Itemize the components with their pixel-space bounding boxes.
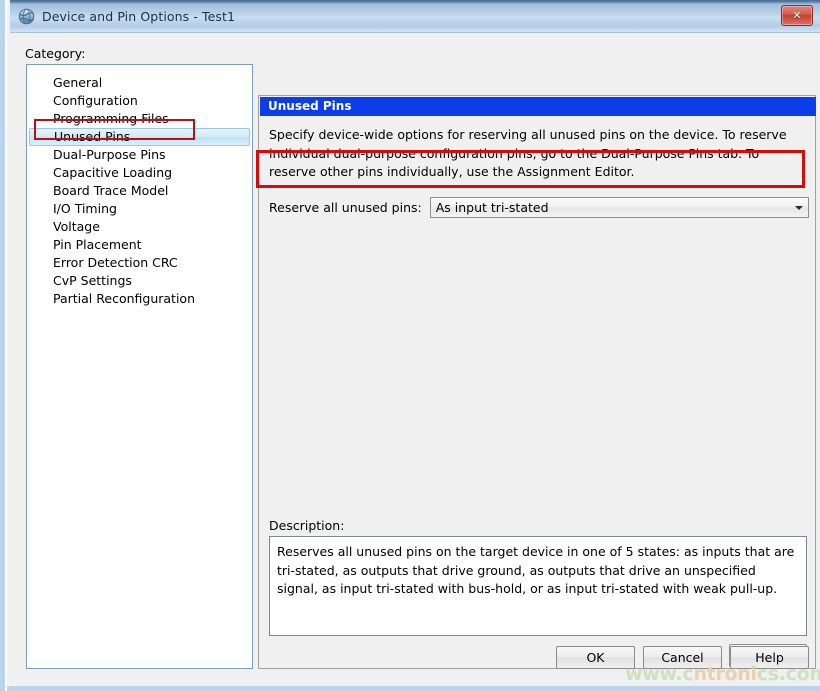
reserve-all-unused-pins-select[interactable]: As input tri-stated (430, 197, 809, 218)
category-item-configuration[interactable]: Configuration (27, 92, 252, 110)
description-text: Reserves all unused pins on the target d… (269, 536, 807, 636)
category-item-unused-pins[interactable]: Unused Pins (29, 128, 250, 146)
help-button[interactable]: Help (730, 646, 809, 669)
category-item-error-detection-crc[interactable]: Error Detection CRC (27, 254, 252, 272)
ok-button[interactable]: OK (556, 646, 635, 669)
description-label: Description: (269, 518, 344, 533)
category-item-voltage[interactable]: Voltage (27, 218, 252, 236)
dialog-window: Device and Pin Options - Test1 ✕ Categor… (0, 0, 820, 691)
category-item-partial-reconfiguration[interactable]: Partial Reconfiguration (27, 290, 252, 308)
cancel-button[interactable]: Cancel (643, 646, 722, 669)
window-frame-left-edge (5, 0, 7, 691)
title-bar[interactable]: Device and Pin Options - Test1 ✕ (10, 0, 820, 33)
category-item-cvp-settings[interactable]: CvP Settings (27, 272, 252, 290)
chevron-down-icon[interactable] (790, 199, 807, 216)
unused-pins-panel: Unused Pins Specify device-wide options … (258, 95, 816, 669)
reserve-all-unused-pins-value: As input tri-stated (431, 200, 549, 215)
window-title: Device and Pin Options - Test1 (42, 9, 235, 24)
globe-icon (18, 8, 35, 25)
category-item-board-trace-model[interactable]: Board Trace Model (27, 182, 252, 200)
panel-header: Unused Pins (260, 97, 816, 116)
category-item-programming-files[interactable]: Programming Files (27, 110, 252, 128)
dialog-footer-buttons: OK Cancel Help (556, 646, 809, 669)
category-label: Category: (25, 46, 85, 61)
category-item-general[interactable]: General (27, 74, 252, 92)
reserve-all-unused-pins-label: Reserve all unused pins: (269, 200, 422, 215)
close-icon[interactable]: ✕ (781, 5, 813, 26)
title-bar-content: Device and Pin Options - Test1 (18, 0, 235, 33)
dialog-client-area: Category: General Configuration Programm… (10, 33, 820, 686)
category-item-io-timing[interactable]: I/O Timing (27, 200, 252, 218)
category-list[interactable]: General Configuration Programming Files … (26, 64, 253, 669)
category-item-capacitive-loading[interactable]: Capacitive Loading (27, 164, 252, 182)
panel-intro-text: Specify device-wide options for reservin… (269, 126, 807, 182)
category-item-pin-placement[interactable]: Pin Placement (27, 236, 252, 254)
category-item-dual-purpose-pins[interactable]: Dual-Purpose Pins (27, 146, 252, 164)
reserve-all-unused-pins-row: Reserve all unused pins: As input tri-st… (269, 197, 809, 218)
